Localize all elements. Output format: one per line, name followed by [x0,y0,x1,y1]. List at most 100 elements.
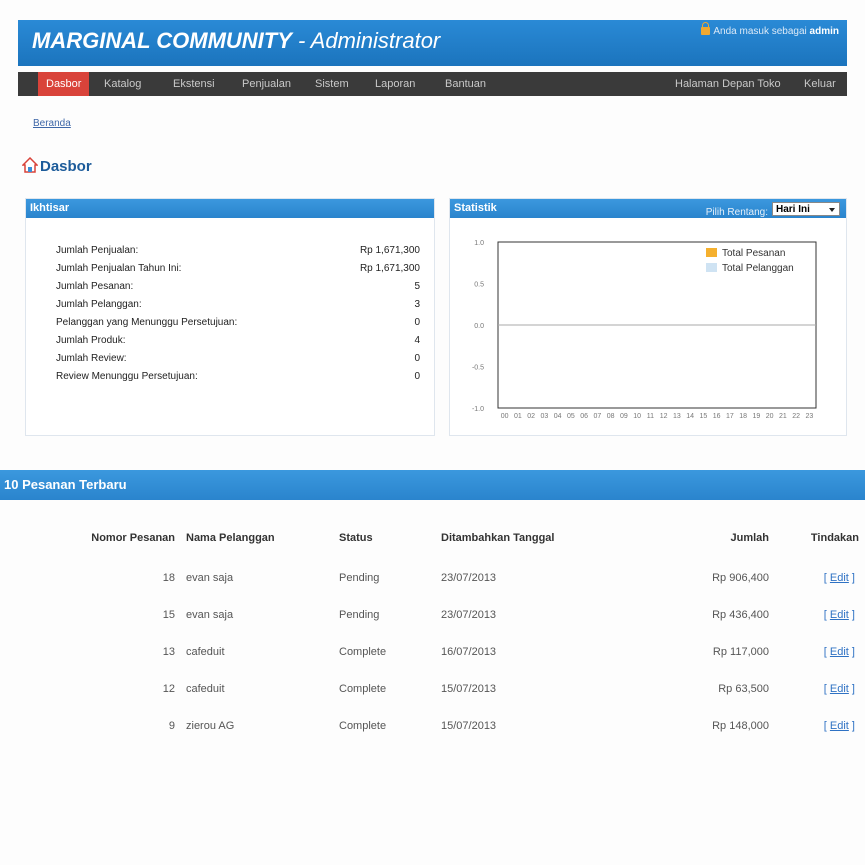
page-title: Dasbor [40,158,92,175]
summary-label: Jumlah Penjualan Tahun Ini: [56,263,182,274]
col-header-status[interactable]: Status [339,532,373,544]
col-header-total[interactable]: Jumlah [730,532,769,544]
breadcrumb-beranda[interactable]: Beranda [33,118,71,129]
x-tick-label: 06 [580,413,588,420]
edit-link[interactable]: [ Edit ] [824,609,855,621]
edit-link[interactable]: [ Edit ] [824,720,855,732]
legend-label: Total Pelanggan [722,263,794,274]
range-select[interactable]: Hari Ini [772,202,840,216]
x-tick-label: 21 [779,413,787,420]
order-total: Rp 117,000 [712,646,769,658]
x-tick-label: 20 [766,413,774,420]
orders-title: 10 Pesanan Terbaru [0,470,865,500]
summary-panel: Ikhtisar Jumlah Penjualan: Rp 1,671,300 J… [25,198,435,436]
x-tick-label: 10 [633,413,641,420]
legend-swatch [706,248,717,257]
summary-value: 0 [414,371,420,382]
order-date: 15/07/2013 [441,683,497,695]
col-header-customer-name[interactable]: Nama Pelanggan [186,532,275,544]
col-header-order-number[interactable]: Nomor Pesanan [91,532,175,544]
menu-sistem[interactable]: Sistem [315,72,349,96]
x-tick-label: 18 [739,413,747,420]
edit-link-text[interactable]: Edit [830,683,849,695]
col-header-date-added[interactable]: Ditambahkan Tanggal [441,532,554,544]
summary-row: Jumlah Produk: 4 [56,335,420,352]
summary-label: Pelanggan yang Menunggu Persetujuan: [56,317,238,328]
summary-label: Review Menunggu Persetujuan: [56,371,198,382]
x-tick-label: 17 [726,413,734,420]
edit-link[interactable]: [ Edit ] [824,572,855,584]
edit-link-text[interactable]: Edit [830,609,849,621]
summary-title: Ikhtisar [26,199,434,218]
menu-laporan[interactable]: Laporan [375,72,415,96]
legend-swatch [706,263,717,272]
summary-row: Pelanggan yang Menunggu Persetujuan: 0 [56,317,420,334]
edit-link[interactable]: [ Edit ] [824,683,855,695]
summary-row: Review Menunggu Persetujuan: 0 [56,371,420,388]
x-tick-label: 19 [752,413,760,420]
order-status: Complete [339,720,387,732]
x-tick-label: 11 [647,413,654,420]
x-tick-label: 23 [805,413,813,420]
order-id: 18 [162,572,175,584]
x-tick-label: 05 [567,413,575,420]
customer-name: evan saja [186,572,234,584]
summary-row: Jumlah Penjualan Tahun Ini: Rp 1,671,300 [56,263,420,280]
edit-link[interactable]: [ Edit ] [824,646,855,658]
statistics-title: Statistik Pilih Rentang: Hari Ini [450,199,846,218]
x-tick-label: 01 [514,413,522,420]
order-id: 15 [162,609,175,621]
orders-panel: 10 Pesanan Terbaru Nomor Pesanan Nama Pe… [0,470,865,740]
order-status: Pending [339,609,380,621]
order-status: Complete [339,646,387,658]
menu-bantuan[interactable]: Bantuan [445,72,486,96]
order-id: 13 [162,646,175,658]
statistics-panel: Statistik Pilih Rentang: Hari Ini 1.0 0.5… [449,198,847,436]
statistics-title-text: Statistik [454,202,497,214]
summary-value: 4 [414,335,420,346]
y-tick-label: -0.5 [472,365,484,372]
x-tick-label: 02 [527,413,535,420]
order-date: 23/07/2013 [441,609,497,621]
app-header: MARGINAL COMMUNITY - Administrator Anda … [18,20,847,66]
order-date: 15/07/2013 [441,720,497,732]
x-tick-label: 15 [699,413,707,420]
app-title: MARGINAL COMMUNITY - Administrator [32,28,440,54]
y-tick-label: -1.0 [472,406,484,413]
summary-label: Jumlah Penjualan: [56,245,139,256]
home-icon [22,157,38,173]
summary-label: Jumlah Pelanggan: [56,299,142,310]
order-total: Rp 148,000 [712,720,769,732]
edit-link-text[interactable]: Edit [830,720,849,732]
summary-row: Jumlah Penjualan: Rp 1,671,300 [56,245,420,262]
menu-penjualan[interactable]: Penjualan [242,72,291,96]
col-header-action: Tindakan [810,532,859,544]
order-date: 16/07/2013 [441,646,497,658]
y-tick-label: 1.0 [474,240,484,247]
login-status: Anda masuk sebagai admin [701,22,839,37]
order-status: Complete [339,683,387,695]
order-status: Pending [339,572,380,584]
menu-halaman-depan-toko[interactable]: Halaman Depan Toko [675,72,781,96]
x-tick-label: 00 [501,413,509,420]
edit-link-text[interactable]: Edit [830,572,849,584]
chevron-down-icon [829,208,835,212]
menu-katalog[interactable]: Katalog [104,72,141,96]
edit-link-text[interactable]: Edit [830,646,849,658]
summary-value: 5 [414,281,420,292]
summary-row: Jumlah Pelanggan: 3 [56,299,420,316]
brand-suffix: - Administrator [291,28,441,53]
menu-keluar[interactable]: Keluar [804,72,836,96]
y-tick-label: 0.0 [474,323,484,330]
lock-icon [701,22,711,35]
menu-dasbor[interactable]: Dasbor [38,72,90,96]
customer-name: evan saja [186,609,234,621]
x-tick-label: 09 [620,413,628,420]
x-tick-label: 04 [554,413,562,420]
customer-name: cafeduit [186,683,225,695]
menu-ekstensi[interactable]: Ekstensi [173,72,215,96]
order-date: 23/07/2013 [441,572,497,584]
statistics-chart: 1.0 0.5 0.0 -0.5 -1.0 00 01 02 03 04 05 06 07 08 09 10… [472,240,817,420]
login-user: admin [809,26,839,37]
x-tick-label: 22 [792,413,800,420]
